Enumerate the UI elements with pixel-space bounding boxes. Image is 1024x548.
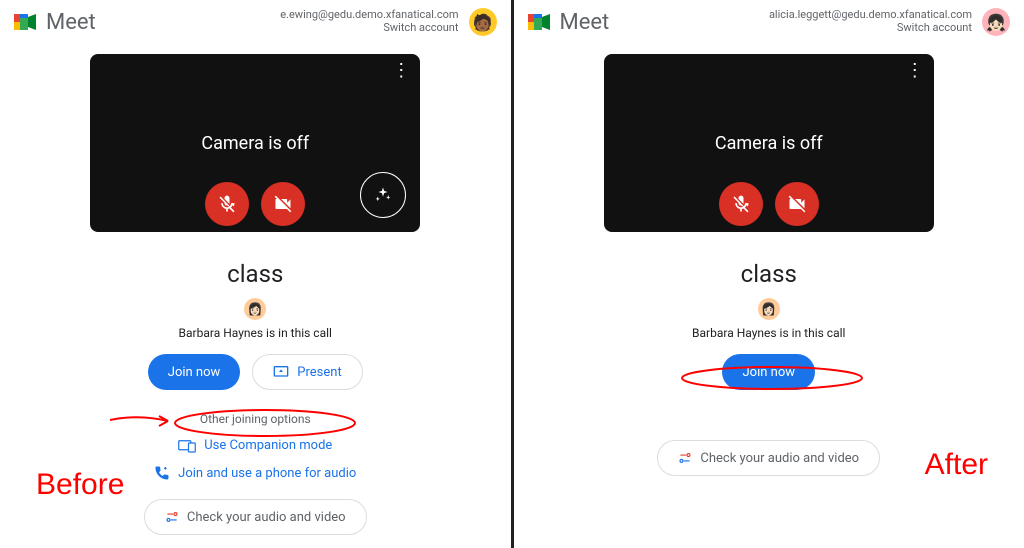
brand: Meet (14, 10, 96, 35)
phone-icon (154, 465, 170, 481)
meeting-name: class (741, 260, 797, 288)
check-av-button[interactable]: Check your audio and video (144, 499, 367, 535)
participant-avatar: 👩🏻 (244, 298, 266, 320)
video-preview: ⋮ Camera is off (604, 54, 934, 232)
effects-button[interactable] (360, 172, 406, 218)
before-label: Before (36, 468, 124, 502)
account-email: e.ewing@gedu.demo.xfanatical.com (280, 8, 458, 21)
after-label: After (925, 448, 988, 482)
other-options-label: Other joining options (200, 412, 311, 426)
sliders-icon (678, 451, 692, 465)
phone-audio-link[interactable]: Join and use a phone for audio (154, 465, 356, 481)
mic-off-icon (731, 194, 751, 214)
sliders-icon (165, 510, 179, 524)
participant-text: Barbara Haynes is in this call (179, 326, 332, 340)
switch-account-link[interactable]: Switch account (383, 21, 458, 34)
meet-logo-icon (528, 11, 554, 33)
join-now-button[interactable]: Join now (148, 354, 241, 390)
topbar-right: Meet alicia.leggett@gedu.demo.xfanatical… (514, 0, 1024, 36)
companion-mode-link[interactable]: Use Companion mode (178, 438, 332, 453)
video-preview: ⋮ Camera is off (90, 54, 420, 232)
avatar[interactable]: 🧑🏾 (469, 8, 497, 36)
before-pane: Meet e.ewing@gedu.demo.xfanatical.com Sw… (0, 0, 511, 548)
participant-text: Barbara Haynes is in this call (692, 326, 845, 340)
companion-label: Use Companion mode (204, 438, 332, 453)
meeting-name: class (227, 260, 283, 288)
check-av-label: Check your audio and video (187, 510, 346, 525)
brand: Meet (528, 10, 610, 35)
kebab-icon[interactable]: ⋮ (906, 62, 924, 80)
present-button[interactable]: Present (252, 354, 362, 390)
camera-off-button[interactable] (261, 182, 305, 226)
check-av-label: Check your audio and video (700, 451, 859, 466)
camera-off-button[interactable] (775, 182, 819, 226)
mic-off-button[interactable] (205, 182, 249, 226)
join-now-label: Join now (742, 365, 795, 380)
sparkle-icon (374, 186, 392, 204)
mic-off-button[interactable] (719, 182, 763, 226)
account-block: e.ewing@gedu.demo.xfanatical.com Switch … (280, 8, 496, 36)
camera-off-icon (787, 194, 807, 214)
mic-off-icon (217, 194, 237, 214)
join-now-label: Join now (168, 365, 221, 380)
account-email: alicia.leggett@gedu.demo.xfanatical.com (769, 8, 972, 21)
join-now-button[interactable]: Join now (722, 354, 815, 390)
check-av-button[interactable]: Check your audio and video (657, 440, 880, 476)
switch-account-link[interactable]: Switch account (897, 21, 972, 34)
camera-off-icon (273, 194, 293, 214)
account-block: alicia.leggett@gedu.demo.xfanatical.com … (769, 8, 1010, 36)
participant-avatar: 👩🏻 (758, 298, 780, 320)
present-icon (273, 365, 289, 379)
topbar-left: Meet e.ewing@gedu.demo.xfanatical.com Sw… (0, 0, 511, 36)
camera-off-text: Camera is off (201, 133, 309, 154)
phone-label: Join and use a phone for audio (178, 466, 356, 481)
present-label: Present (297, 365, 341, 380)
companion-icon (178, 439, 196, 453)
brand-text: Meet (46, 10, 96, 35)
brand-text: Meet (560, 10, 610, 35)
kebab-icon[interactable]: ⋮ (392, 62, 410, 80)
arrow-annotation (108, 412, 178, 432)
after-pane: Meet alicia.leggett@gedu.demo.xfanatical… (514, 0, 1024, 548)
meet-logo-icon (14, 11, 40, 33)
avatar[interactable]: 👧🏻 (982, 8, 1010, 36)
camera-off-text: Camera is off (715, 133, 823, 154)
